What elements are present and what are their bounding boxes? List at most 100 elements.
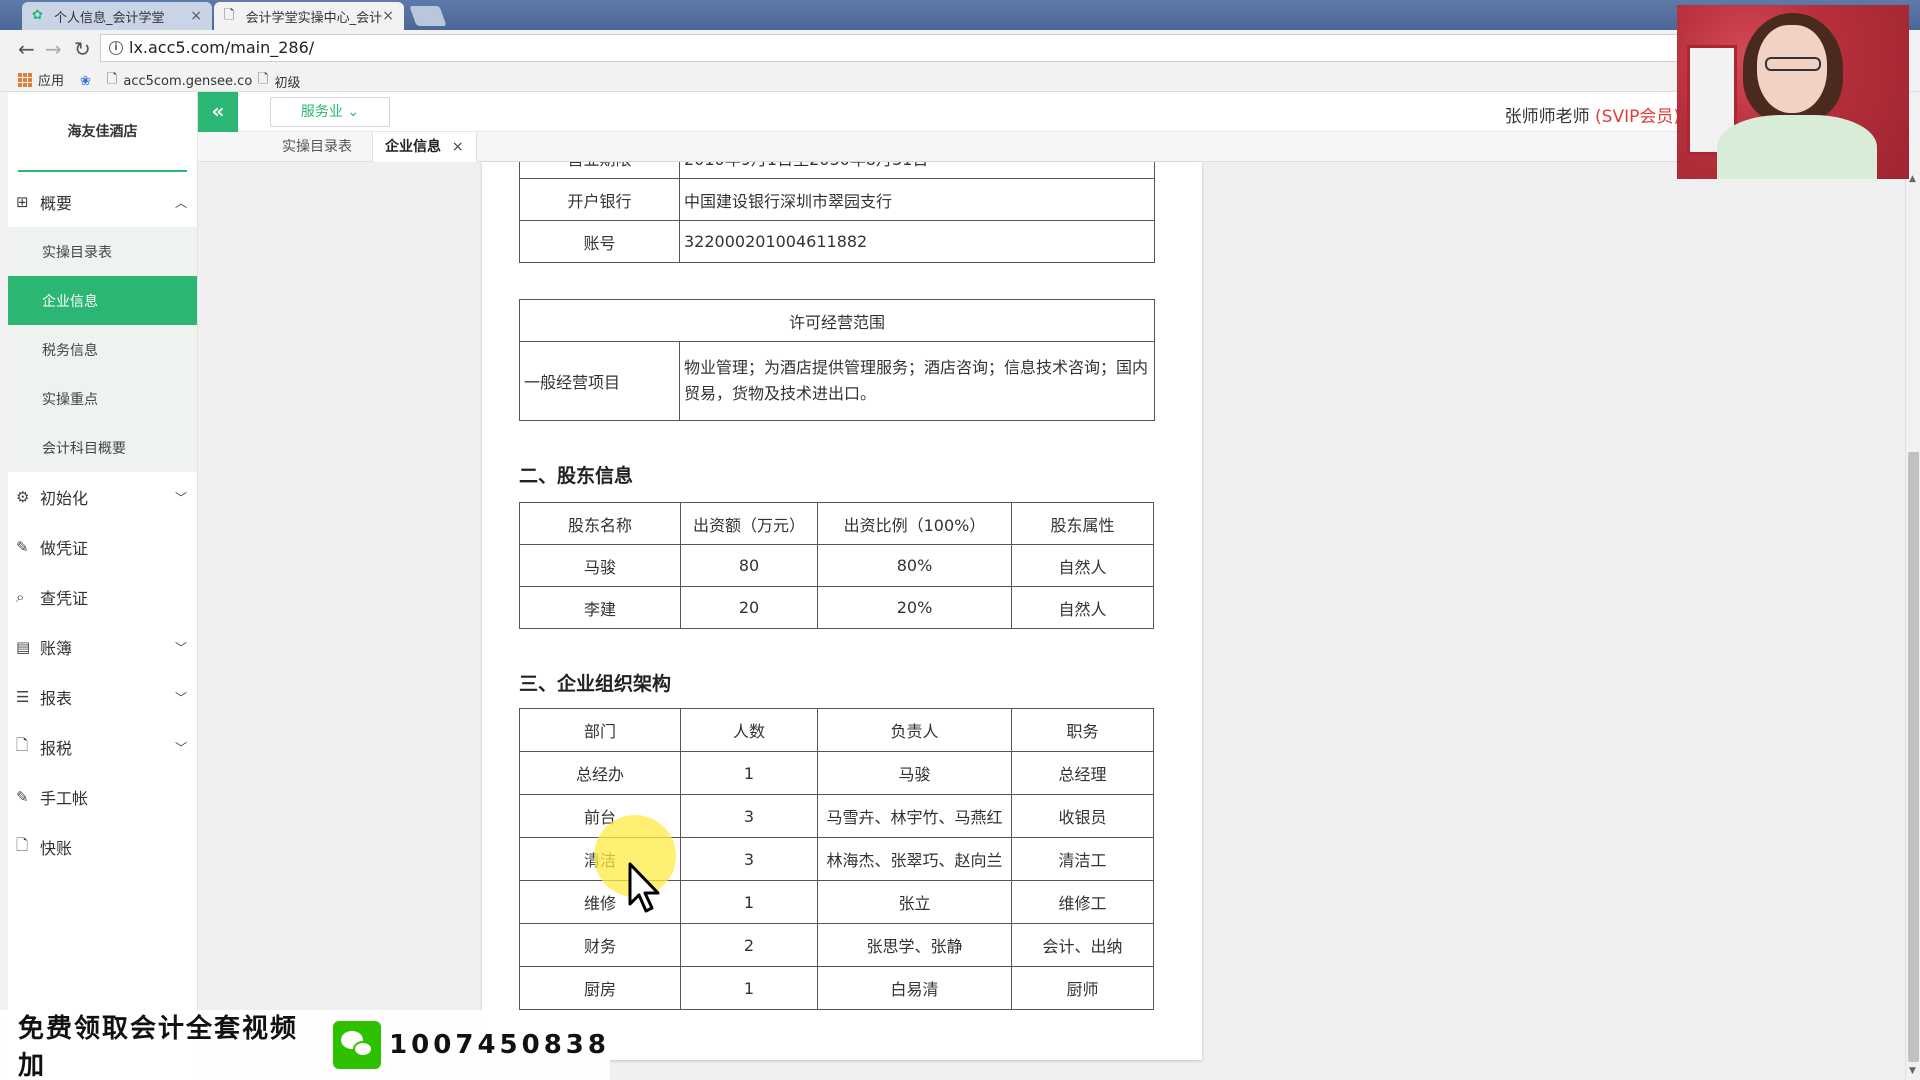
industry-label: 服务业 [300,104,343,120]
info-icon[interactable]: i [109,41,123,55]
table-cell: 马骏 [817,751,1012,795]
collapse-sidebar-button[interactable]: « [198,92,238,132]
row-label: 账号 [519,220,680,263]
page-icon: 🗋 [106,72,118,87]
section-title-org: 三、企业组织架构 [519,673,672,695]
sidebar-submenu-overview: 实操目录表 企业信息 税务信息 实操重点 会计科目概要 [8,227,197,472]
license-scope-header: 许可经营范围 [519,299,1155,342]
sidebar-item-practice-catalog[interactable]: 实操目录表 [8,227,197,276]
close-icon[interactable]: × [190,8,202,24]
chevron-down-icon: ﹀ [174,740,187,755]
forward-arrow-icon[interactable]: → [45,37,62,61]
reload-icon[interactable]: ↻ [74,37,91,61]
table-cell: 清洁工 [1011,837,1154,881]
tab-label: 企业信息 [385,139,441,155]
sidebar-group-tax-filing[interactable]: 🗋 报税 ﹀ [8,722,197,772]
promo-number: 1007450838 [389,1030,610,1060]
column-header: 出资额（万元） [680,502,818,545]
paw-icon: ❀ [80,73,91,89]
table-cell: 总经理 [1011,751,1154,795]
pen-icon: ✎ [16,788,29,806]
sidebar-group-label: 报表 [40,689,73,708]
page-icon: 🗋 [224,8,235,23]
chevron-down-icon: ⌄ [347,104,360,120]
sidebar-item-key-points[interactable]: 实操重点 [8,374,197,423]
table-cell: 张思学、张静 [817,923,1012,967]
bookmark-gensee[interactable]: ❀ 🗋 acc5com.gensee.co [80,70,252,92]
back-arrow-icon[interactable]: ← [18,37,35,61]
bookmark-apps[interactable]: 应用 [18,70,64,89]
book-icon: ▤ [16,638,31,656]
apps-grid-icon [18,72,32,87]
sidebar-group-overview[interactable]: ⊞ 概要 ︿ [8,177,197,227]
column-header: 出资比例（100%） [817,502,1012,545]
table-cell: 会计、出纳 [1011,923,1154,967]
table-row: 李建 20 20% 自然人 [519,586,1154,629]
table-cell: 林海杰、张翠巧、赵向兰 [817,837,1012,881]
promo-text: 免费领取会计全套视频加 [18,1014,299,1080]
section-title-shareholders: 二、股东信息 [519,465,634,487]
sidebar-group-label: 快账 [40,839,73,858]
mouse-cursor-icon [628,862,660,913]
chevron-down-icon: ﹀ [174,640,187,655]
column-header: 部门 [519,708,681,752]
leaf-icon: ✿ [32,8,43,23]
page-tabs: 实操目录表 企业信息 × [198,132,1698,162]
industry-dropdown[interactable]: 服务业 ⌄ [270,97,390,127]
sidebar-group-label: 初始化 [40,489,89,508]
scroll-up-icon[interactable]: ▲ [1909,174,1916,184]
sidebar-group-label: 查凭证 [40,589,89,608]
table-cell: 20 [680,586,818,629]
table-row: 许可经营范围 [519,299,1155,342]
table-cell: 财务 [519,923,681,967]
table-row: 财务 2 张思学、张静 会计、出纳 [519,923,1154,967]
new-tab-button[interactable] [409,6,447,26]
table-cell: 3 [680,794,818,838]
table-cell: 80 [680,544,818,587]
table-cell: 3 [680,837,818,881]
tab-practice-catalog[interactable]: 实操目录表 [270,132,364,162]
webcam-body [1717,115,1877,179]
tab-company-info[interactable]: 企业信息 × [372,132,477,162]
bookmark-chuji[interactable]: 🗋 初级 [258,70,300,92]
webcam-overlay [1677,5,1909,179]
pen-icon: ✎ [16,538,29,556]
table-row: 马骏 80 80% 自然人 [519,544,1154,587]
sidebar-group-label: 手工帐 [40,789,89,808]
sidebar-group-query-voucher[interactable]: ⌕ 查凭证 [8,572,197,622]
close-icon[interactable]: × [382,8,394,24]
sidebar-item-company-info[interactable]: 企业信息 [8,276,197,325]
sidebar-group-manual-ledger[interactable]: ✎ 手工帐 [8,772,197,822]
scroll-down-icon[interactable]: ▼ [1909,1066,1916,1076]
browser-tab-personal-info[interactable]: ✿ 个人信息_会计学堂 × [22,2,212,30]
page-icon: 🗋 [258,72,269,87]
sidebar: 海友佳酒店 ⊞ 概要 ︿ 实操目录表 企业信息 税务信息 实操重点 会计科目概要… [8,92,198,1080]
sidebar-group-make-voucher[interactable]: ✎ 做凭证 [8,522,197,572]
table-cell: 总经办 [519,751,681,795]
sidebar-group-quick-account[interactable]: 🗋 快账 [8,822,197,872]
column-header: 股东名称 [519,502,681,545]
sidebar-item-tax-info[interactable]: 税务信息 [8,325,197,374]
sidebar-group-reports[interactable]: ☰ 报表 ﹀ [8,672,197,722]
browser-tabstrip: ✿ 个人信息_会计学堂 × 🗋 会计学堂实操中心_会计学 × [0,0,1920,30]
user-info[interactable]: 张师师老师 (SVIP会员) [1505,102,1680,127]
table-cell: 李建 [519,586,681,629]
sidebar-group-init[interactable]: ⚙ 初始化 ﹀ [8,472,197,522]
close-icon[interactable]: × [452,139,464,155]
scrollbar-thumb[interactable] [1908,452,1919,1062]
table-header-row: 股东名称 出资额（万元） 出资比例（100%） 股东属性 [519,502,1154,545]
table-cell: 马雪卉、林宇竹、马燕红 [817,794,1012,838]
browser-tab-practice-center[interactable]: 🗋 会计学堂实操中心_会计学 × [214,2,404,30]
row-value: 2010年9月1日至2030年8月31日 [679,162,1155,179]
webcam-glasses [1765,57,1821,71]
row-value: 物业管理；为酒店提供管理服务；酒店咨询；信息技术咨询；国内贸易，货物及技术进出口… [679,341,1155,421]
basic-info-table: 营业期限 2010年9月1日至2030年8月31日 开户银行 中国建设银行深圳市… [519,162,1155,263]
license-scope-table: 许可经营范围 一般经营项目 物业管理；为酒店提供管理服务；酒店咨询；信息技术咨询… [519,299,1155,421]
sidebar-group-label: 报税 [40,739,73,758]
browser-tab-title: 会计学堂实操中心_会计学 [245,10,383,26]
url-input[interactable]: i lx.acc5.com/main_286/ [100,34,1680,62]
sidebar-group-ledger[interactable]: ▤ 账簿 ﹀ [8,622,197,672]
page-scrollbar[interactable]: ▲ ▼ [1905,92,1920,1080]
sidebar-item-account-overview[interactable]: 会计科目概要 [8,423,197,472]
table-cell: 马骏 [519,544,681,587]
